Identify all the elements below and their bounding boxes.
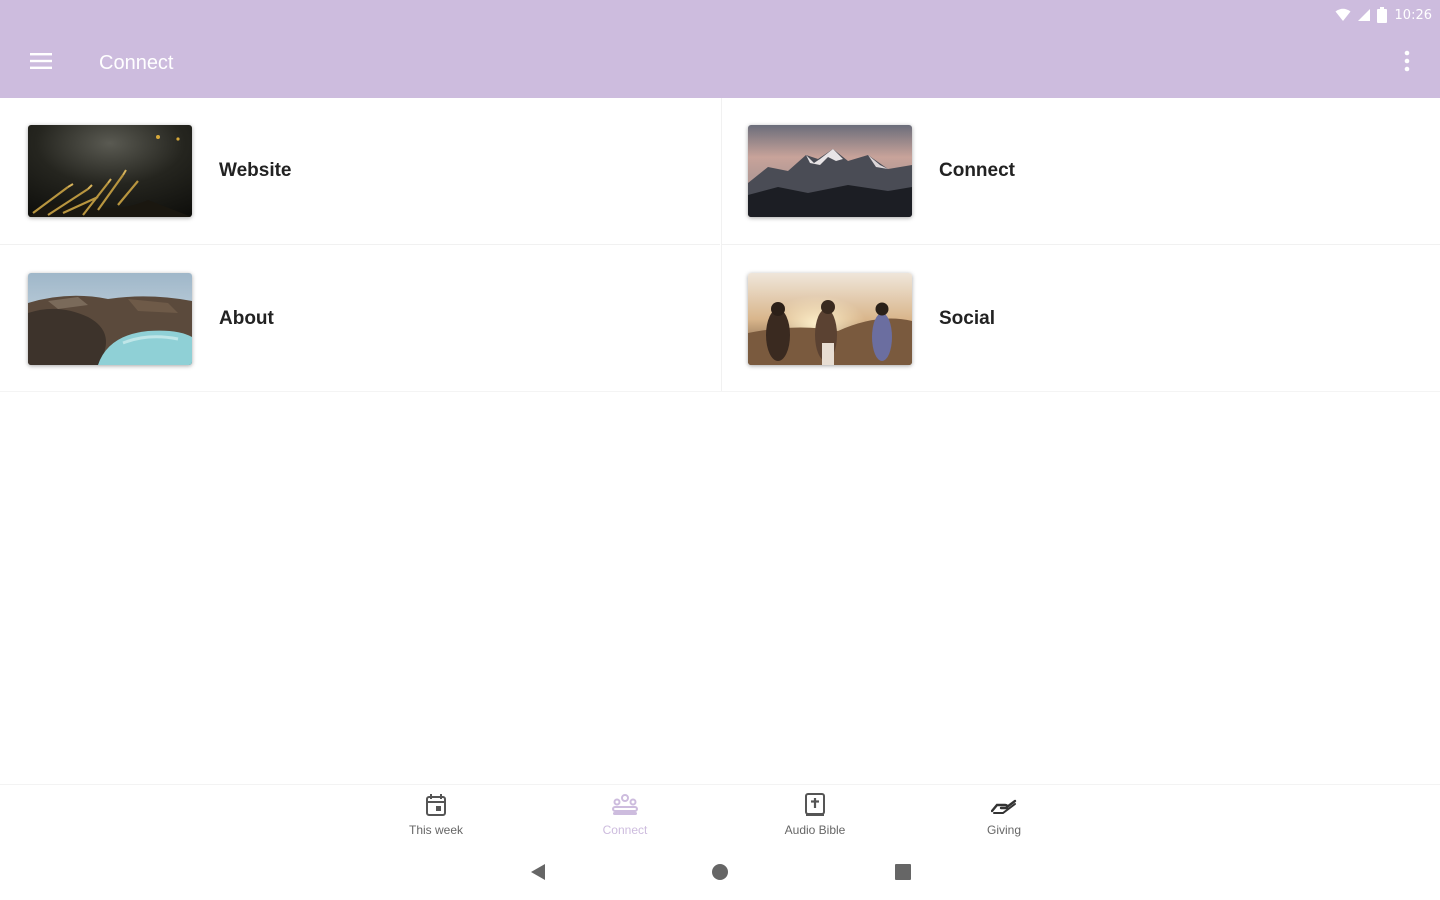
battery-icon bbox=[1376, 7, 1387, 23]
nav-label: Giving bbox=[986, 823, 1021, 837]
page-title: Connect bbox=[99, 52, 174, 74]
app-screen: 10:26 Connect Website Connect About Soci… bbox=[0, 0, 1440, 900]
wifi-icon bbox=[1335, 8, 1351, 22]
tile-label: Social bbox=[939, 307, 995, 329]
social-thumbnail bbox=[748, 272, 912, 365]
app-bar: 10:26 Connect bbox=[0, 0, 1440, 98]
connect-thumbnail bbox=[748, 125, 912, 217]
nav-this-week[interactable]: This week bbox=[376, 793, 496, 843]
nav-connect[interactable]: Connect bbox=[565, 793, 685, 843]
tile-connect[interactable]: Connect bbox=[722, 98, 1440, 245]
nav-label: This week bbox=[408, 823, 464, 837]
about-thumbnail bbox=[28, 272, 192, 365]
tile-social[interactable]: Social bbox=[722, 245, 1440, 392]
system-recents-button[interactable] bbox=[891, 862, 915, 886]
more-vert-icon bbox=[1404, 50, 1410, 77]
tile-label: Website bbox=[219, 160, 292, 181]
status-time: 10:26 bbox=[1394, 7, 1432, 23]
calendar-icon bbox=[425, 793, 447, 822]
home-circle-icon bbox=[711, 863, 729, 886]
tile-website[interactable]: Website bbox=[0, 98, 720, 245]
menu-button[interactable] bbox=[24, 46, 58, 80]
connect-tile-grid: Website Connect About Social bbox=[0, 98, 1440, 392]
bottom-navigation: This week Connect Audio Bible Giving bbox=[0, 784, 1440, 844]
overflow-menu-button[interactable] bbox=[1392, 46, 1422, 80]
bible-icon bbox=[804, 792, 826, 822]
tile-label: About bbox=[219, 307, 274, 329]
nav-giving[interactable]: Giving bbox=[944, 793, 1064, 843]
website-thumbnail bbox=[28, 125, 192, 217]
nav-audio-bible[interactable]: Audio Bible bbox=[755, 792, 875, 843]
hamburger-menu-icon bbox=[30, 52, 52, 75]
back-triangle-icon bbox=[529, 863, 547, 886]
nav-label: Audio Bible bbox=[784, 823, 846, 837]
system-navigation-bar bbox=[0, 850, 1440, 900]
group-icon bbox=[611, 793, 639, 822]
recents-square-icon bbox=[894, 863, 912, 886]
signal-icon bbox=[1357, 8, 1371, 22]
tile-label: Connect bbox=[939, 160, 1015, 181]
giving-hand-icon bbox=[990, 795, 1017, 820]
system-home-button[interactable] bbox=[708, 862, 732, 886]
tile-about[interactable]: About bbox=[0, 245, 720, 392]
nav-label: Connect bbox=[602, 823, 648, 837]
system-back-button[interactable] bbox=[526, 862, 550, 886]
status-bar: 10:26 bbox=[1335, 4, 1432, 26]
